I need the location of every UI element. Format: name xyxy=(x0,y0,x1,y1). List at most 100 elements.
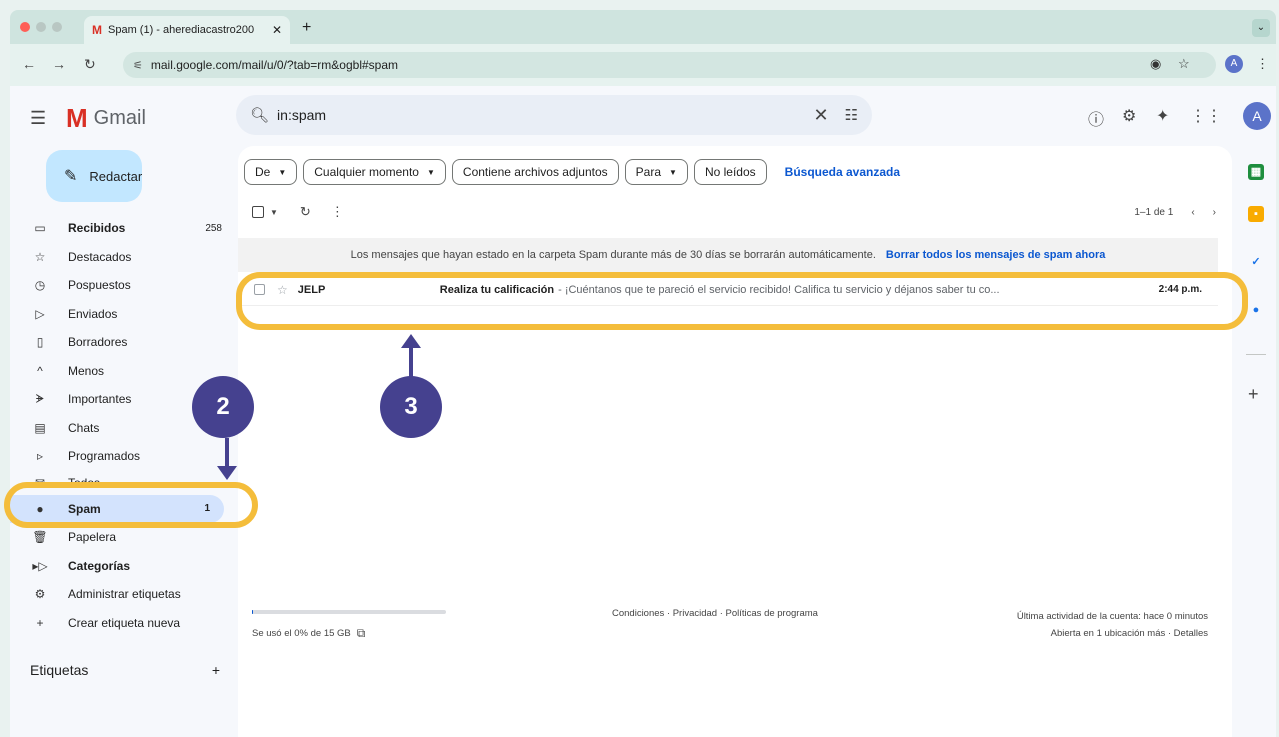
caret-down-icon: ▼ xyxy=(669,167,677,177)
search-options-icon[interactable]: ☷ xyxy=(845,106,858,124)
delete-all-spam-link[interactable]: Borrar todos los mensajes de spam ahora xyxy=(886,249,1105,261)
address-bar[interactable]: ⚟ mail.google.com/mail/u/0/?tab=rm&ogbl#… xyxy=(123,52,1216,78)
sidebar-item-inbox[interactable]: ▭ Recibidos 258 xyxy=(10,214,236,243)
search-filter-chips: De ▼ Cualquier momento ▼ Contiene archiv… xyxy=(244,159,900,185)
sidebar-item-label: Menos xyxy=(68,363,105,378)
terms-links[interactable]: Condiciones · Privacidad · Políticas de … xyxy=(612,608,818,619)
sidebar-item-label: Recibidos xyxy=(68,221,126,236)
labels-section-header: Etiquetas + xyxy=(30,662,220,678)
filter-attachment-chip[interactable]: Contiene archivos adjuntos xyxy=(451,159,619,185)
close-window-button[interactable] xyxy=(20,22,30,32)
sidebar-item-manage-labels[interactable]: ⚙ Administrar etiquetas xyxy=(10,580,236,609)
gmail-tab-icon: M xyxy=(92,23,102,37)
add-label-plus-icon[interactable]: + xyxy=(212,662,220,678)
sidebar-item-create-label[interactable]: + Crear etiqueta nueva xyxy=(10,609,236,638)
advanced-search-link[interactable]: Búsqueda avanzada xyxy=(785,165,900,179)
sidebar-item-categories[interactable]: ▸▷ Categorías xyxy=(10,552,236,581)
tasks-icon[interactable]: ✓ xyxy=(1248,254,1264,270)
account-avatar[interactable]: A xyxy=(1243,102,1271,130)
compose-label: Redactar xyxy=(89,168,143,184)
select-dropdown-icon[interactable]: ▼ xyxy=(270,208,278,217)
gmail-logo[interactable]: M Gmail xyxy=(66,103,146,134)
unread-count: 258 xyxy=(205,222,222,234)
new-tab-button[interactable]: + xyxy=(302,19,311,37)
search-icon[interactable]: 🔍︎ xyxy=(250,106,269,124)
clock-icon: ◷ xyxy=(34,278,46,293)
side-panel-divider xyxy=(1246,354,1266,355)
caret-down-icon: ▼ xyxy=(278,167,287,177)
sidebar-item-label: Borradores xyxy=(68,335,128,350)
scheduled-icon: ▹ xyxy=(36,449,44,464)
pagination-text: 1–1 de 1 xyxy=(1134,207,1174,218)
filter-unread-chip[interactable]: No leídos xyxy=(693,159,767,185)
sidebar-item-starred[interactable]: ☆ Destacados xyxy=(10,243,236,272)
spam-notice-text: Los mensajes que hayan estado en la carp… xyxy=(350,249,876,261)
step-3-badge: 3 xyxy=(380,376,442,438)
compose-button[interactable]: ✎ Redactar xyxy=(46,150,142,202)
storage-usage-bar xyxy=(252,610,446,614)
main-menu-icon[interactable]: ☰ xyxy=(30,108,46,129)
help-icon[interactable]: ⓘ xyxy=(1088,106,1104,130)
url-text: mail.google.com/mail/u/0/?tab=rm&ogbl#sp… xyxy=(150,58,398,72)
email-highlight-outline xyxy=(236,272,1248,330)
external-link-icon[interactable]: ⧉ xyxy=(357,626,366,641)
maximize-window-button[interactable] xyxy=(52,22,62,32)
prev-page-icon[interactable]: ‹ xyxy=(1191,207,1194,218)
browser-profile-avatar[interactable]: A xyxy=(1225,55,1243,73)
settings-gear-icon[interactable]: ⚙ xyxy=(1122,106,1136,126)
sidebar-item-snoozed[interactable]: ◷ Pospuestos xyxy=(10,271,236,300)
inbox-icon: ▭ xyxy=(34,221,46,236)
next-page-icon[interactable]: › xyxy=(1213,207,1216,218)
close-tab-icon[interactable]: ✕ xyxy=(272,23,282,37)
step-2-arrow-head-icon xyxy=(217,466,237,480)
sidebar-item-label: Papelera xyxy=(68,530,117,545)
eye-icon[interactable]: ◉ xyxy=(1150,56,1161,72)
minimize-window-button[interactable] xyxy=(36,22,46,32)
chat-icon: ▤ xyxy=(34,420,46,435)
sidebar-item-drafts[interactable]: ▯ Borradores xyxy=(10,328,236,357)
gemini-sparkle-icon[interactable]: ✦ xyxy=(1156,106,1169,126)
forward-arrow-icon[interactable]: → xyxy=(52,56,66,72)
screenshot-frame: M Spam (1) - aherediacastro200 ✕ + ⌄ ← →… xyxy=(0,0,1279,737)
sidebar-item-label: Pospuestos xyxy=(68,278,131,293)
calendar-icon[interactable]: ▦ xyxy=(1248,164,1264,180)
step-3-arrow-head-icon xyxy=(401,334,421,348)
reload-icon[interactable]: ↻ xyxy=(84,56,96,73)
tab-search-button[interactable]: ⌄ xyxy=(1252,19,1270,37)
contacts-icon[interactable]: ● xyxy=(1248,302,1264,318)
keep-icon[interactable]: ▪ xyxy=(1248,206,1264,222)
browser-menu-icon[interactable]: ⋮ xyxy=(1256,56,1269,72)
sidebar-item-label: Categorías xyxy=(68,558,131,573)
pencil-icon: ✎ xyxy=(64,168,78,185)
browser-toolbar: ← → ↻ ⚟ mail.google.com/mail/u/0/?tab=rm… xyxy=(10,44,1276,86)
sidebar-item-sent[interactable]: ▷ Enviados xyxy=(10,300,236,329)
tab-title: Spam (1) - aherediacastro200 xyxy=(108,24,255,36)
more-actions-icon[interactable]: ⋮ xyxy=(331,204,344,220)
get-addons-plus-icon[interactable]: + xyxy=(1248,384,1259,405)
clear-search-icon[interactable]: ✕ xyxy=(813,105,828,126)
details-link[interactable]: Abierta en 1 ubicación más · Detalles xyxy=(1017,625,1208,642)
sidebar-item-less[interactable]: ^ Menos xyxy=(10,357,236,386)
apps-grid-icon[interactable]: ⋮⋮ xyxy=(1190,106,1222,126)
label-icon: ▸▷ xyxy=(32,558,48,573)
plus-icon: + xyxy=(36,615,44,630)
site-info-icon[interactable]: ⚟ xyxy=(133,59,143,72)
sidebar-item-label: Enviados xyxy=(68,306,118,321)
storage-info: Se usó el 0% de 15 GB ⧉ xyxy=(252,626,365,641)
filter-from-chip[interactable]: De ▼ xyxy=(244,159,298,185)
filter-to-chip[interactable]: Para ▼ xyxy=(624,159,688,185)
select-all-checkbox[interactable] xyxy=(252,206,264,218)
bookmark-star-icon[interactable]: ☆ xyxy=(1178,56,1190,72)
browser-tab[interactable]: M Spam (1) - aherediacastro200 ✕ xyxy=(84,16,290,44)
last-activity-text: Última actividad de la cuenta: hace 0 mi… xyxy=(1016,611,1208,622)
back-arrow-icon[interactable]: ← xyxy=(22,56,36,72)
filter-time-chip[interactable]: Cualquier momento ▼ xyxy=(303,159,446,185)
chip-label: Para xyxy=(635,165,662,179)
chip-label: No leídos xyxy=(704,165,756,179)
sidebar-item-label: Programados xyxy=(68,449,141,464)
refresh-icon[interactable]: ↻ xyxy=(300,204,311,220)
sidebar-item-scheduled[interactable]: ▹ Programados xyxy=(10,442,236,471)
star-icon: ☆ xyxy=(34,249,46,264)
mail-list-panel: De ▼ Cualquier momento ▼ Contiene archiv… xyxy=(238,146,1232,737)
search-input[interactable] xyxy=(277,107,814,123)
